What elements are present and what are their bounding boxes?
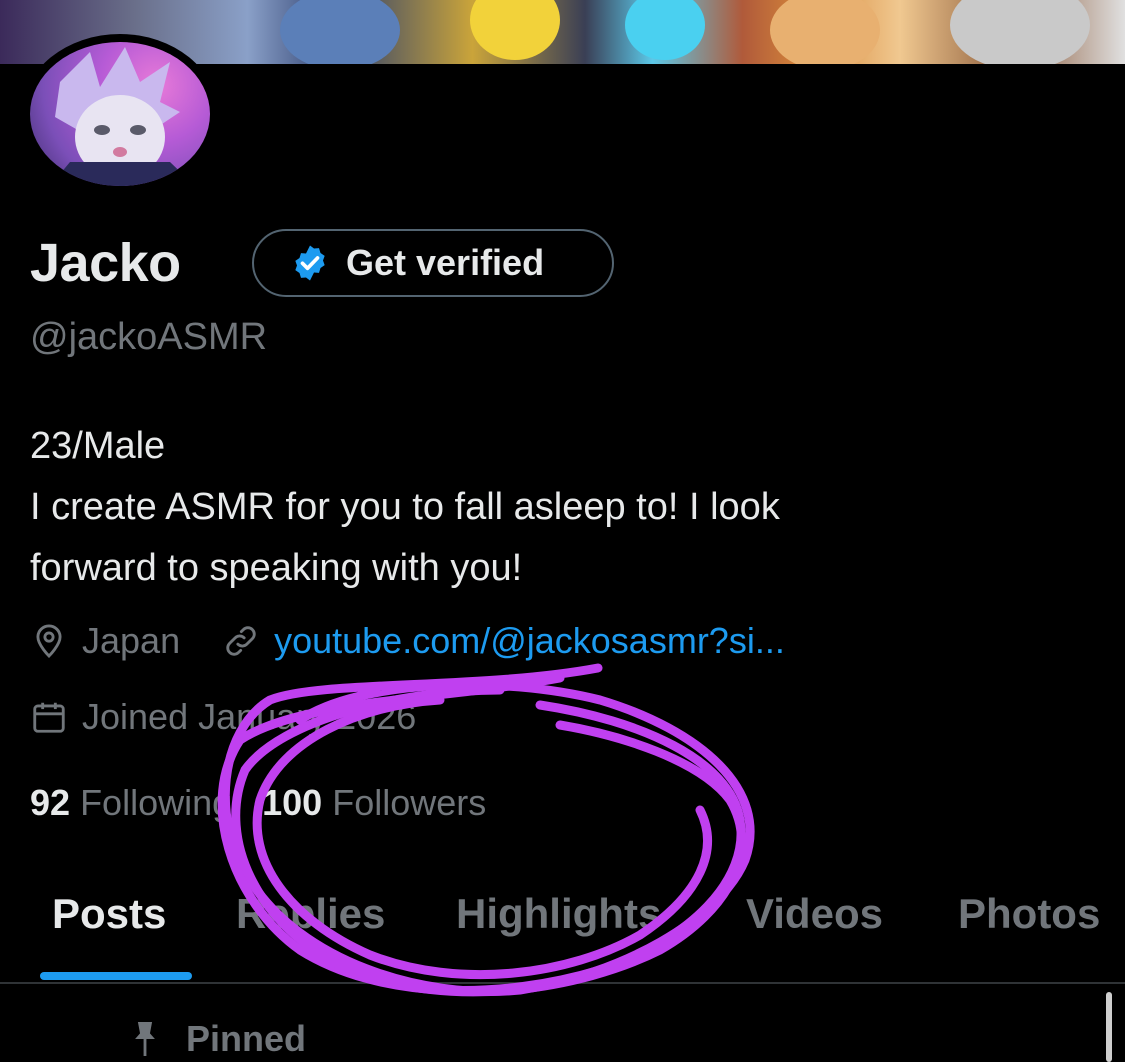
- get-verified-button[interactable]: Get verified: [252, 229, 614, 297]
- tab-videos[interactable]: Videos: [746, 890, 883, 938]
- tab-replies[interactable]: Replies: [236, 890, 385, 938]
- joined-text: Joined January 2026: [82, 696, 417, 737]
- display-name: Jacko: [30, 233, 181, 293]
- followers-link[interactable]: 100 Followers: [262, 782, 486, 824]
- profile-bio: 23/Male I create ASMR for you to fall as…: [30, 416, 1090, 599]
- follow-stats: 92 Following 100 Followers: [30, 782, 486, 824]
- following-link[interactable]: 92 Following: [30, 782, 232, 824]
- bio-line: I create ASMR for you to fall asleep to!…: [30, 486, 780, 528]
- pinned-indicator: Pinned: [128, 1018, 306, 1060]
- followers-count: 100: [262, 782, 323, 823]
- profile-joined-row: Joined January 2026: [30, 696, 416, 738]
- profile-tabs: Posts Replies Highlights Videos Photos: [0, 890, 1125, 982]
- get-verified-label: Get verified: [346, 242, 545, 283]
- pushpin-icon: [135, 1022, 155, 1056]
- profile-avatar[interactable]: [22, 34, 218, 194]
- bio-line: forward to speaking with you!: [30, 547, 523, 589]
- following-count: 92: [30, 782, 71, 823]
- verified-badge-icon: [295, 245, 325, 281]
- following-label: Following: [80, 782, 233, 823]
- calendar-icon: [33, 702, 65, 733]
- tabs-divider: [0, 982, 1125, 984]
- location-text: Japan: [82, 620, 181, 661]
- scrollbar[interactable]: [1106, 992, 1112, 1062]
- website-link[interactable]: youtube.com/@jackosasmr?si...: [274, 620, 785, 662]
- profile-handle: @jackoASMR: [30, 316, 268, 358]
- tab-highlights[interactable]: Highlights: [456, 890, 661, 938]
- tab-posts[interactable]: Posts: [52, 890, 166, 938]
- avatar-image: [30, 42, 210, 186]
- name-row: Jacko: [30, 232, 181, 294]
- followers-label: Followers: [332, 782, 487, 823]
- active-tab-indicator: [40, 972, 192, 980]
- bio-line: 23/Male: [30, 425, 166, 467]
- link-icon: [226, 626, 256, 656]
- pinned-label: Pinned: [186, 1018, 307, 1059]
- profile-meta-row: Japan youtube.com/@jackosasmr?si...: [30, 620, 785, 662]
- tab-photos[interactable]: Photos: [958, 890, 1100, 938]
- location-pin-icon: [36, 624, 62, 659]
